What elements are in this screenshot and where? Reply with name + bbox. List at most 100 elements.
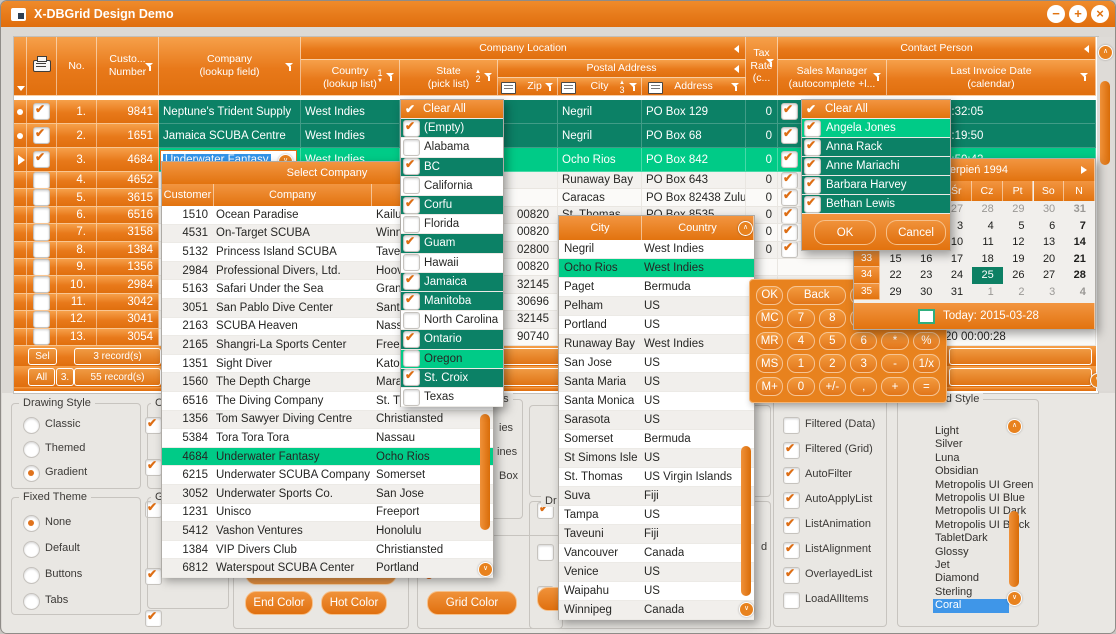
zip-cell[interactable] xyxy=(498,124,558,148)
grid-color-button[interactable]: Grid Color xyxy=(427,591,517,615)
calculator-button[interactable]: - xyxy=(881,354,908,373)
collapse-left-icon[interactable] xyxy=(734,65,739,73)
tax-rate-cell[interactable]: 0 xyxy=(746,124,778,148)
city-dropdown-item[interactable]: St Simons IsleUS xyxy=(559,449,754,468)
address-cell[interactable]: PO Box 68 xyxy=(642,124,746,148)
calendar-day-cell[interactable]: 30 xyxy=(911,284,942,301)
calendar-day-cell[interactable]: 18 xyxy=(972,251,1003,268)
address-cell[interactable]: PO Box 129 xyxy=(642,100,746,124)
calendar-day-cell[interactable]: 12 xyxy=(1003,234,1034,251)
calendar-day-cell[interactable]: 4 xyxy=(972,218,1003,235)
column-country-header[interactable]: Country (lookup list)1▼ xyxy=(301,60,400,96)
custom-option-checkbox-2[interactable] xyxy=(145,459,162,476)
calculator-button[interactable]: 2 xyxy=(819,354,846,373)
customer-number-cell[interactable]: 3054 xyxy=(97,329,159,346)
filter-checkbox[interactable] xyxy=(783,567,800,584)
state-list-item[interactable]: ✔Clear All xyxy=(401,100,503,119)
address-cell[interactable]: PO Box 82438 Zulu ... xyxy=(642,189,746,206)
column-zip-header[interactable]: Zip xyxy=(498,78,558,96)
zip-cell[interactable]: 90740 xyxy=(498,329,558,346)
row-select-checkbox[interactable] xyxy=(33,259,50,276)
city-dropdown-col-city[interactable]: City xyxy=(559,216,642,240)
row-select-checkbox[interactable] xyxy=(33,189,50,206)
city-dropdown-scroll-down-icon[interactable]: ∨ xyxy=(739,602,754,617)
row-select-cell[interactable] xyxy=(27,124,57,148)
customer-number-cell[interactable]: 1356 xyxy=(97,259,159,276)
calculator-button[interactable]: 4 xyxy=(787,332,814,351)
state-list-item[interactable]: Guam xyxy=(401,234,503,253)
sales-manager-checkbox[interactable] xyxy=(781,172,798,189)
column-company-header-filter-icon[interactable] xyxy=(285,63,294,71)
city-dropdown-scroll-thumb[interactable] xyxy=(741,446,751,596)
column-address-header-filter-icon[interactable] xyxy=(731,83,740,91)
calendar-day-cell[interactable]: 22 xyxy=(880,267,911,284)
calculator-button[interactable]: 0 xyxy=(787,377,814,396)
company-dropdown-item[interactable]: 5412Vashon VenturesHonolulu xyxy=(162,522,493,541)
zip-cell[interactable]: 02800 xyxy=(498,242,558,259)
state-item-checkbox[interactable] xyxy=(403,350,420,367)
calendar-day-cell[interactable]: 25 xyxy=(972,267,1003,284)
style-list-item[interactable]: Luna xyxy=(933,452,1009,465)
sales-dropdown-item[interactable]: Bethan Lewis xyxy=(802,195,950,214)
state-item-checkbox[interactable] xyxy=(403,389,420,406)
address-cell[interactable]: PO Box 643 xyxy=(642,172,746,189)
calendar-day-cell[interactable]: 19 xyxy=(1003,251,1034,268)
filter-checkbox[interactable] xyxy=(783,592,800,609)
style-list-item[interactable]: Glossy xyxy=(933,546,1009,559)
calendar-day-cell[interactable]: 4 xyxy=(1064,284,1095,301)
calculator-button[interactable]: 3 xyxy=(850,354,877,373)
city-dropdown-item[interactable]: SomersetBermuda xyxy=(559,430,754,449)
customer-number-cell[interactable]: 2984 xyxy=(97,276,159,293)
sales-manager-checkbox[interactable] xyxy=(781,151,798,168)
style-list-item[interactable]: Light xyxy=(933,425,1009,438)
style-list-item[interactable]: Jet xyxy=(933,559,1009,572)
city-dropdown-item[interactable]: NegrilWest Indies xyxy=(559,240,754,259)
calculator-button[interactable]: , xyxy=(850,377,877,396)
tax-rate-cell[interactable]: 0 xyxy=(746,148,778,172)
customer-number-cell[interactable]: 4652 xyxy=(97,172,159,189)
zip-cell[interactable] xyxy=(498,172,558,189)
filter-checkbox[interactable] xyxy=(783,542,800,559)
state-item-checkbox[interactable] xyxy=(403,158,420,175)
calculator-button[interactable]: 5 xyxy=(819,332,846,351)
title-bar[interactable]: X-DBGrid Design Demo xyxy=(1,1,1116,27)
fixed_theme-radio[interactable] xyxy=(23,567,40,584)
state-list-item[interactable]: Ontario xyxy=(401,330,503,349)
sales-manager-checkbox[interactable] xyxy=(781,242,798,259)
column-customer-number-header-filter-icon[interactable] xyxy=(145,63,154,71)
collapse-left-icon[interactable] xyxy=(1084,45,1089,53)
calendar-day-cell[interactable]: 11 xyxy=(972,234,1003,251)
company-dropdown-item[interactable]: 5384Tora Tora ToraNassau xyxy=(162,429,493,448)
calculator-button[interactable]: 8 xyxy=(819,309,846,328)
calculator-button[interactable]: 7 xyxy=(787,309,814,328)
calendar-today-bar[interactable]: Today: 2015-03-28 xyxy=(854,303,1095,329)
city-dropdown-item[interactable]: WinnipegCanada xyxy=(559,601,754,620)
company-dropdown-scroll-thumb[interactable] xyxy=(480,414,490,530)
state-item-checkbox[interactable] xyxy=(403,331,420,348)
company-cell[interactable]: Jamaica SCUBA Centre xyxy=(159,124,301,148)
style-list-item[interactable]: Diamond xyxy=(933,572,1009,585)
drawing_style-radio[interactable] xyxy=(23,417,40,434)
glyphs-checkbox-1[interactable] xyxy=(145,568,162,585)
zip-cell[interactable] xyxy=(498,148,558,172)
style-list-scroll-down-icon[interactable]: ∨ xyxy=(1007,591,1022,606)
calendar-day-cell[interactable]: 24 xyxy=(941,267,972,284)
group-postal-address[interactable]: Postal Address xyxy=(498,60,746,78)
customer-number-cell[interactable]: 1651 xyxy=(97,124,159,148)
city-dropdown-item[interactable]: VancouverCanada xyxy=(559,544,754,563)
column-last-invoice-header[interactable]: Last Invoice Date (calendar) xyxy=(887,60,1096,96)
column-print-header[interactable] xyxy=(27,37,57,96)
calendar-day-cell[interactable]: 5 xyxy=(1003,218,1034,235)
country-cell[interactable]: West Indies xyxy=(301,100,400,124)
row-select-cell[interactable] xyxy=(27,311,57,328)
row-select-checkbox[interactable] xyxy=(33,172,50,189)
sales-item-checkbox[interactable] xyxy=(804,177,821,194)
dropdown-arrow-icon[interactable] xyxy=(17,86,25,91)
tax-rate-cell[interactable]: 0 xyxy=(746,100,778,124)
sales-item-checkbox[interactable] xyxy=(804,139,821,156)
calculator-button[interactable]: 6 xyxy=(850,332,877,351)
sales-manager-checkbox[interactable] xyxy=(781,189,798,206)
city-cell[interactable]: Ocho Rios xyxy=(558,148,642,172)
city-cell[interactable]: Negril xyxy=(558,124,642,148)
calculator-button[interactable]: + xyxy=(881,377,908,396)
